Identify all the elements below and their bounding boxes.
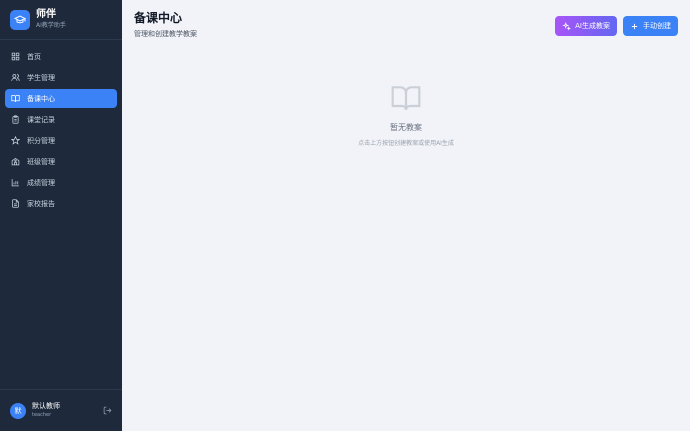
page-title: 备课中心 (134, 11, 183, 25)
sidebar-item-label: 课堂记录 (27, 115, 55, 124)
brand: 师伴 AI教学助手 (0, 0, 122, 40)
empty-hint: 点击上方按钮创建教案或使用AI生成 (358, 140, 454, 147)
avatar: 默 (10, 402, 26, 419)
user-name: 默认教师 (32, 402, 60, 410)
ai-generate-label: AI生成教案 (575, 22, 610, 30)
sidebar-item-reports[interactable]: 家校报告 (5, 194, 117, 213)
sidebar-item-classes[interactable]: 班级管理 (5, 152, 117, 171)
empty-title: 暂无教案 (390, 123, 422, 132)
bar-chart-icon (11, 178, 20, 187)
manual-create-label: 手动创建 (643, 22, 671, 30)
user-role: teacher (32, 412, 52, 418)
sidebar-item-home[interactable]: 首页 (5, 47, 117, 66)
brand-name: 师伴 (36, 9, 56, 20)
sidebar-nav: 首页 学生管理 备课中心 课堂记录 积分管理 班级管理 成绩管理 家校报告 (0, 40, 122, 222)
sidebar-item-label: 积分管理 (27, 136, 55, 145)
sidebar-item-students[interactable]: 学生管理 (5, 68, 117, 87)
plus-icon (630, 22, 639, 31)
sidebar-item-grades[interactable]: 成绩管理 (5, 173, 117, 192)
user-panel: 默 默认教师 teacher (0, 389, 122, 431)
ai-generate-button[interactable]: AI生成教案 (555, 16, 617, 36)
sidebar-item-label: 首页 (27, 52, 41, 61)
dashboard-icon (11, 52, 20, 61)
sidebar-item-lesson-prep[interactable]: 备课中心 (5, 89, 117, 108)
header-actions: AI生成教案 手动创建 (549, 16, 678, 36)
star-icon (11, 136, 20, 145)
graduation-cap-icon (10, 9, 30, 30)
brand-subtitle: AI教学助手 (36, 22, 66, 29)
manual-create-button[interactable]: 手动创建 (623, 16, 678, 36)
sidebar-item-points[interactable]: 积分管理 (5, 131, 117, 150)
page-subtitle: 管理和创建教学教案 (134, 30, 197, 38)
sidebar-item-label: 班级管理 (27, 157, 55, 166)
open-book-icon (390, 82, 422, 114)
book-icon (11, 94, 20, 103)
empty-state: 暂无教案 点击上方按钮创建教案或使用AI生成 (122, 82, 690, 147)
sparkles-icon (562, 21, 572, 31)
sidebar-item-label: 家校报告 (27, 199, 55, 208)
sidebar-item-class-records[interactable]: 课堂记录 (5, 110, 117, 129)
clipboard-icon (11, 115, 20, 124)
main-content: 备课中心 管理和创建教学教案 AI生成教案 手动创建 暂无教案 点击上方按钮创建… (122, 0, 690, 431)
sidebar-item-label: 备课中心 (27, 94, 55, 103)
file-text-icon (11, 199, 20, 208)
page-header: 备课中心 管理和创建教学教案 (134, 11, 197, 39)
sidebar: 师伴 AI教学助手 首页 学生管理 备课中心 课堂记录 积分管理 班级管理 成绩… (0, 0, 122, 431)
school-icon (11, 157, 20, 166)
sidebar-item-label: 成绩管理 (27, 178, 55, 187)
sidebar-item-label: 学生管理 (27, 73, 55, 82)
logout-icon[interactable] (103, 406, 112, 415)
users-icon (11, 73, 20, 82)
